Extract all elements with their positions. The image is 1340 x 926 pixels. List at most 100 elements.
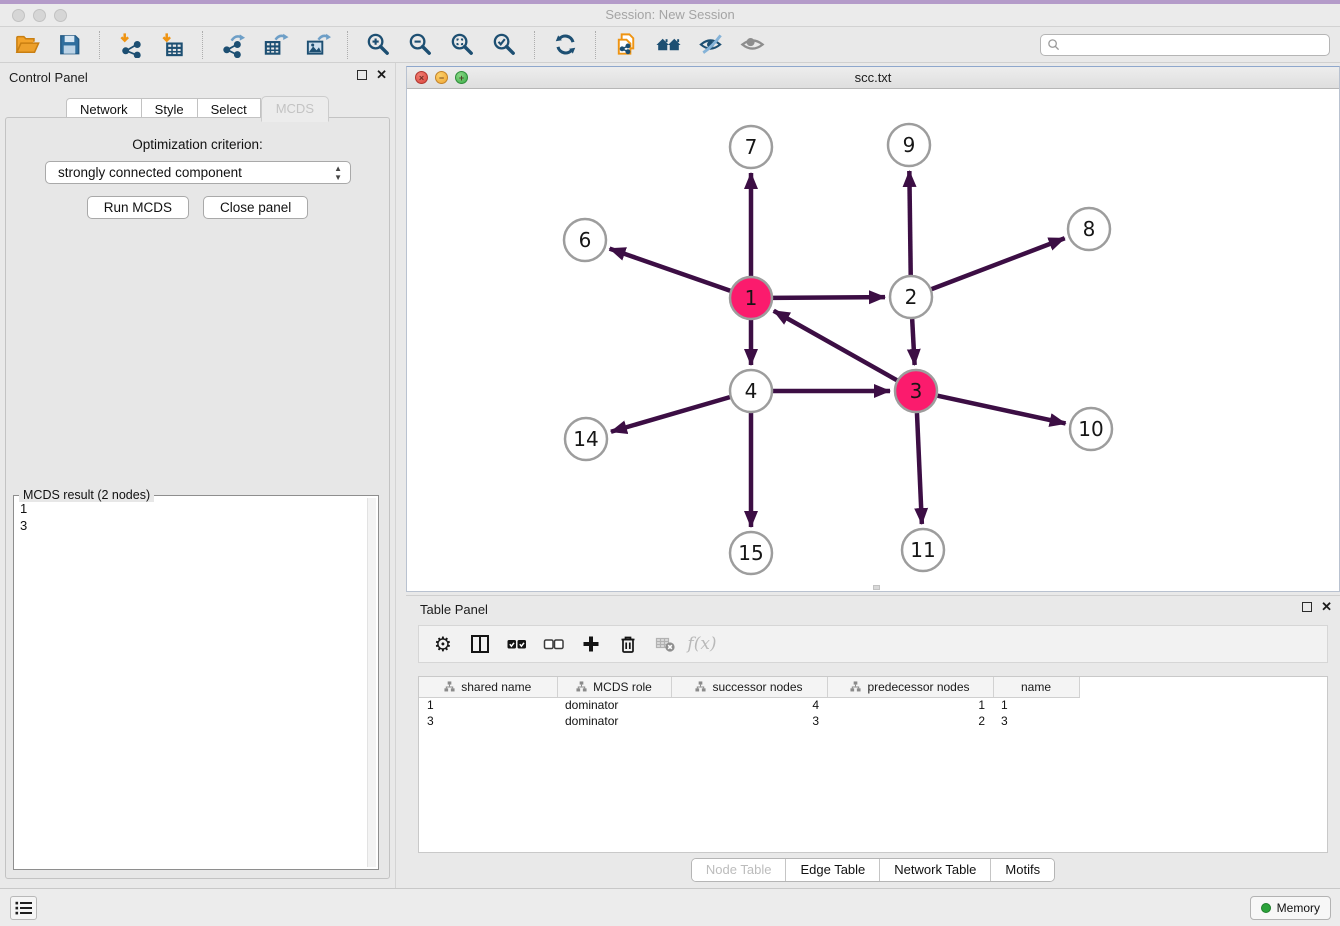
import-table-icon xyxy=(159,31,186,58)
export-image-icon xyxy=(304,31,331,58)
control-panel-title: Control Panel xyxy=(9,70,88,85)
float-panel-icon[interactable] xyxy=(357,70,367,80)
float-panel-icon[interactable] xyxy=(1302,602,1312,612)
copy-network-icon xyxy=(613,31,640,58)
right-column: × − + scc.txt 79681243141015 xyxy=(406,63,1340,888)
graph-edge-3-1[interactable] xyxy=(774,311,897,380)
plus-icon xyxy=(580,633,602,655)
list-icon xyxy=(15,901,33,915)
window-title: Session: New Session xyxy=(0,7,1340,22)
toolbar-separator xyxy=(595,31,596,59)
select-all-button[interactable] xyxy=(505,632,529,656)
graph-edge-2-9[interactable] xyxy=(909,171,910,275)
zoom-in-button[interactable] xyxy=(361,29,395,61)
task-history-button[interactable] xyxy=(10,896,37,920)
add-column-button[interactable] xyxy=(579,632,603,656)
function-builder-button[interactable]: f(x) xyxy=(690,632,714,656)
main-area: Control Panel ✕ Network Style Select MCD… xyxy=(0,63,1340,888)
return-home-button[interactable] xyxy=(651,29,685,61)
table-row[interactable]: 1 dominator 4 1 1 xyxy=(419,697,1079,713)
column-header-mcds-role[interactable]: MCDS role xyxy=(557,677,671,697)
table-settings-button[interactable]: ⚙ xyxy=(431,632,455,656)
memory-button[interactable]: Memory xyxy=(1250,896,1331,920)
graph-edge-2-3[interactable] xyxy=(912,319,914,365)
tab-node-table[interactable]: Node Table xyxy=(692,859,786,881)
column-header-predecessor-nodes[interactable]: predecessor nodes xyxy=(827,677,993,697)
column-type-icon xyxy=(444,681,455,692)
checked-boxes-icon xyxy=(506,633,528,655)
mcds-result-text[interactable]: 1 3 xyxy=(20,500,366,867)
graph-edge-4-14[interactable] xyxy=(611,397,730,432)
save-floppy-icon xyxy=(56,31,83,58)
graph-edge-1-2[interactable] xyxy=(773,297,885,298)
column-type-icon xyxy=(850,681,861,692)
zoom-fit-icon xyxy=(449,31,476,58)
delete-table-icon xyxy=(654,633,676,655)
close-panel-icon[interactable]: ✕ xyxy=(1321,602,1332,612)
close-panel-button[interactable]: Close panel xyxy=(203,196,308,219)
graph-edge-3-11[interactable] xyxy=(917,413,922,524)
column-header-name[interactable]: name xyxy=(993,677,1079,697)
graph-node-label-14: 14 xyxy=(573,427,598,451)
export-network-button[interactable] xyxy=(216,29,250,61)
show-hide-eye-button[interactable] xyxy=(735,29,769,61)
network-overview-button[interactable] xyxy=(609,29,643,61)
search-input[interactable] xyxy=(1040,34,1330,56)
zoom-out-icon xyxy=(407,31,434,58)
toolbar-separator xyxy=(347,31,348,59)
refresh-view-button[interactable] xyxy=(548,29,582,61)
graph-node-label-3: 3 xyxy=(910,379,923,403)
delete-table-button[interactable] xyxy=(653,632,677,656)
graph-node-label-1: 1 xyxy=(745,286,758,310)
open-session-button[interactable] xyxy=(10,29,44,61)
graph-node-label-10: 10 xyxy=(1078,417,1103,441)
memory-status-icon xyxy=(1261,903,1271,913)
column-header-shared-name[interactable]: shared name xyxy=(419,677,557,697)
fx-icon: f(x) xyxy=(687,634,716,654)
trash-icon xyxy=(617,633,639,655)
tab-edge-table[interactable]: Edge Table xyxy=(785,859,879,881)
graph-edge-3-10[interactable] xyxy=(937,396,1065,424)
graph-node-label-4: 4 xyxy=(745,379,758,403)
node-table-container: shared name MCDS role successor nodes xyxy=(418,676,1328,853)
column-type-icon xyxy=(695,681,706,692)
search-icon xyxy=(1047,38,1060,51)
table-row[interactable]: 3 dominator 3 2 3 xyxy=(419,713,1079,729)
zoom-out-button[interactable] xyxy=(403,29,437,61)
import-network-button[interactable] xyxy=(113,29,147,61)
hide-graphics-details-button[interactable] xyxy=(693,29,727,61)
toolbar-separator xyxy=(99,31,100,59)
graph-node-label-2: 2 xyxy=(905,285,918,309)
close-panel-icon[interactable]: ✕ xyxy=(376,70,387,80)
result-scrollbar[interactable] xyxy=(367,498,376,867)
delete-column-button[interactable] xyxy=(616,632,640,656)
mcds-panel: Optimization criterion: strongly connect… xyxy=(5,117,390,879)
zoom-selected-button[interactable] xyxy=(487,29,521,61)
splitter-handle[interactable] xyxy=(873,585,880,590)
tab-network-table[interactable]: Network Table xyxy=(879,859,990,881)
tab-mcds[interactable]: MCDS xyxy=(261,96,329,122)
save-session-button[interactable] xyxy=(52,29,86,61)
tab-motifs[interactable]: Motifs xyxy=(990,859,1054,881)
run-mcds-button[interactable]: Run MCDS xyxy=(87,196,189,219)
table-panel-title: Table Panel xyxy=(420,602,488,617)
table-header-row: shared name MCDS role successor nodes xyxy=(419,677,1079,697)
column-header-successor-nodes[interactable]: successor nodes xyxy=(671,677,827,697)
graph-node-label-9: 9 xyxy=(903,133,916,157)
unselect-all-button[interactable] xyxy=(542,632,566,656)
export-image-button[interactable] xyxy=(300,29,334,61)
double-home-icon xyxy=(655,31,682,58)
criterion-value: strongly connected component xyxy=(58,165,242,180)
criterion-select[interactable]: strongly connected component ▲▼ xyxy=(45,161,351,184)
network-canvas[interactable]: 7968124314101511 xyxy=(407,89,1339,591)
show-columns-button[interactable] xyxy=(468,632,492,656)
graph-edge-2-8[interactable] xyxy=(932,238,1065,289)
export-table-button[interactable] xyxy=(258,29,292,61)
graph-edge-1-6[interactable] xyxy=(610,249,731,291)
import-table-button[interactable] xyxy=(155,29,189,61)
zoom-fit-button[interactable] xyxy=(445,29,479,61)
mcds-buttons-row: Run MCDS Close panel xyxy=(6,196,389,219)
gear-icon: ⚙ xyxy=(434,633,452,655)
control-panel-header: Control Panel ✕ xyxy=(0,63,395,89)
network-view-frame: × − + scc.txt 79681243141015 xyxy=(406,66,1340,592)
